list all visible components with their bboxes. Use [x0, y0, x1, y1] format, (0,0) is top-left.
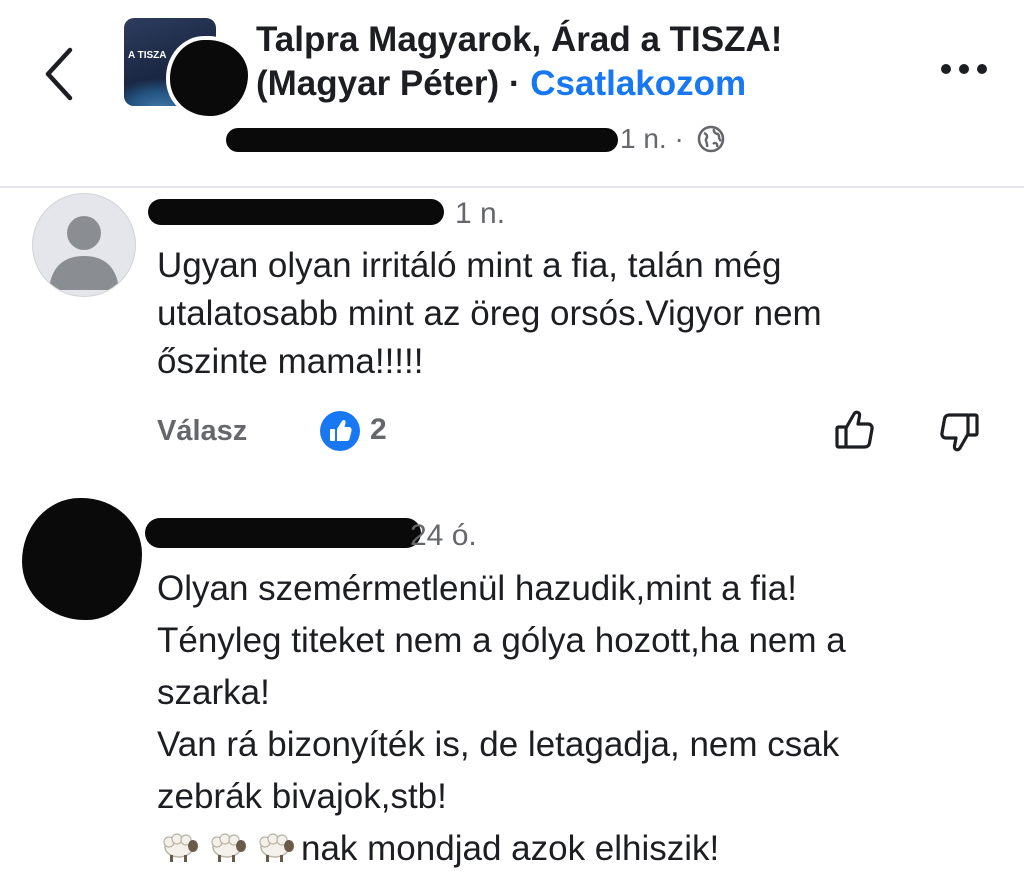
comment-text-line: Ugyan olyan irritáló mint a fia, talán m… [157, 246, 782, 285]
sheep-emoji-icon [211, 833, 246, 862]
group-title[interactable]: Talpra Magyarok, Árad a TISZA! (Magyar P… [256, 18, 956, 106]
comment-text-line: szarka! [157, 673, 270, 712]
comment-text-line: Van rá bizonyíték is, de letagadja, nem … [157, 725, 840, 764]
thumbs-up-icon [835, 410, 874, 449]
downvote-button[interactable] [934, 406, 984, 456]
commenter-name-redacted [145, 518, 421, 548]
comment-text-line: utalatosabb mint az öreg orsós.Vigyor ne… [157, 294, 822, 333]
comment-text: Olyan szemérmetlenül hazudik,mint a fia!… [157, 563, 1007, 875]
more-horizontal-icon [941, 64, 987, 74]
back-button[interactable] [30, 40, 90, 104]
comment-text-line: Olyan szemérmetlenül hazudik,mint a fia! [157, 569, 797, 608]
comment-timestamp[interactable]: 24 ó. [410, 518, 477, 554]
thumbs-up-badge-icon [330, 419, 352, 441]
like-reaction-icon[interactable] [320, 411, 360, 451]
meta-separator: · [666, 123, 692, 154]
group-title-line1[interactable]: Talpra Magyarok, Árad a TISZA! [256, 18, 956, 62]
comment-timestamp[interactable]: 1 n. [455, 196, 505, 232]
commenter-name-redacted [148, 199, 444, 225]
comment-text-line: zebrák bivajok,stb! [157, 777, 447, 816]
comment-text-line: Tényleg titeket nem a gólya hozott,ha ne… [157, 621, 846, 660]
commenter-avatar-redacted [22, 498, 142, 620]
more-options-button[interactable] [936, 54, 992, 84]
post-time[interactable]: 1 n. [620, 123, 667, 154]
sheep-emoji-icon [163, 833, 198, 862]
sheep-emoji-icon [259, 833, 294, 862]
author-avatar-redacted [170, 40, 248, 116]
globe-icon [697, 125, 724, 152]
group-title-line2[interactable]: (Magyar Péter) [256, 64, 499, 103]
thumbs-down-icon [940, 413, 979, 452]
title-separator: · [499, 64, 531, 103]
upvote-button[interactable] [830, 406, 880, 456]
comment-text: Ugyan olyan irritáló mint a fia, talán m… [157, 242, 957, 386]
post-author-redacted [226, 128, 618, 152]
comment-text-line: őszinte mama!!!!! [157, 342, 424, 381]
reaction-count[interactable]: 2 [370, 410, 387, 450]
default-profile-icon [49, 216, 119, 290]
reply-button[interactable]: Válasz [157, 412, 247, 450]
comment-text-line-emoji: nak mondjad azok elhiszik! [157, 823, 1007, 875]
post-meta: 1 n. · [620, 122, 726, 156]
join-group-link[interactable]: Csatlakozom [530, 64, 746, 103]
commenter-avatar-default[interactable] [32, 193, 136, 297]
chevron-left-icon [45, 47, 73, 101]
comment-text-line: nak mondjad azok elhiszik! [301, 829, 720, 868]
